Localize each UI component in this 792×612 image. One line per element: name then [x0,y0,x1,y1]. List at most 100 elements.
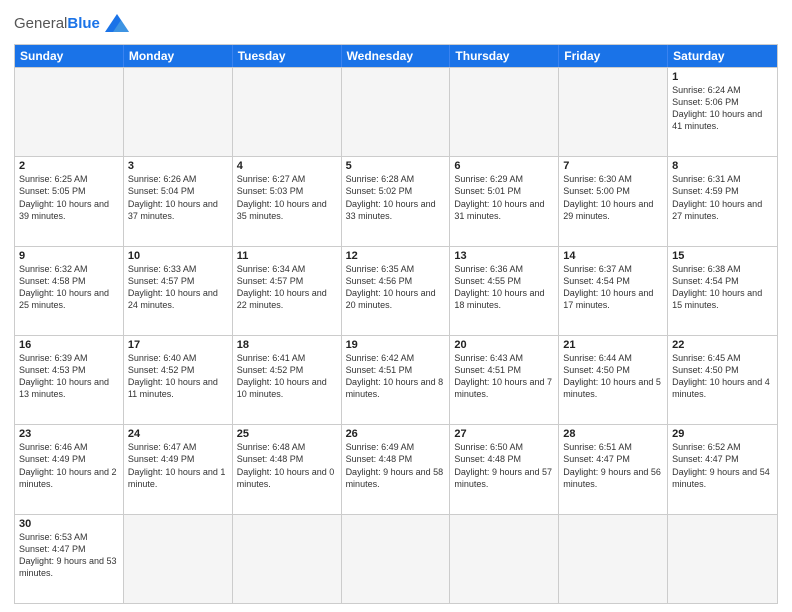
calendar-cell-14: 14Sunrise: 6:37 AM Sunset: 4:54 PM Dayli… [559,247,668,335]
day-info: Sunrise: 6:28 AM Sunset: 5:02 PM Dayligh… [346,173,446,222]
calendar-cell-26: 26Sunrise: 6:49 AM Sunset: 4:48 PM Dayli… [342,425,451,513]
calendar-cell-empty [668,515,777,603]
day-number: 14 [563,250,663,262]
day-number: 12 [346,250,446,262]
calendar-cell-empty [124,515,233,603]
day-number: 1 [672,71,773,83]
day-number: 6 [454,160,554,172]
calendar-cell-11: 11Sunrise: 6:34 AM Sunset: 4:57 PM Dayli… [233,247,342,335]
day-number: 3 [128,160,228,172]
calendar-cell-27: 27Sunrise: 6:50 AM Sunset: 4:48 PM Dayli… [450,425,559,513]
day-number: 4 [237,160,337,172]
day-number: 15 [672,250,773,262]
calendar-row-1: 1Sunrise: 6:24 AM Sunset: 5:06 PM Daylig… [15,67,777,156]
day-number: 25 [237,428,337,440]
day-info: Sunrise: 6:38 AM Sunset: 4:54 PM Dayligh… [672,263,773,312]
calendar-cell-10: 10Sunrise: 6:33 AM Sunset: 4:57 PM Dayli… [124,247,233,335]
calendar-cell-empty [15,68,124,156]
day-info: Sunrise: 6:47 AM Sunset: 4:49 PM Dayligh… [128,441,228,490]
day-number: 5 [346,160,446,172]
calendar-cell-19: 19Sunrise: 6:42 AM Sunset: 4:51 PM Dayli… [342,336,451,424]
day-info: Sunrise: 6:45 AM Sunset: 4:50 PM Dayligh… [672,352,773,401]
calendar-cell-13: 13Sunrise: 6:36 AM Sunset: 4:55 PM Dayli… [450,247,559,335]
calendar-cell-3: 3Sunrise: 6:26 AM Sunset: 5:04 PM Daylig… [124,157,233,245]
day-info: Sunrise: 6:25 AM Sunset: 5:05 PM Dayligh… [19,173,119,222]
calendar-cell-21: 21Sunrise: 6:44 AM Sunset: 4:50 PM Dayli… [559,336,668,424]
day-number: 10 [128,250,228,262]
day-info: Sunrise: 6:36 AM Sunset: 4:55 PM Dayligh… [454,263,554,312]
day-info: Sunrise: 6:40 AM Sunset: 4:52 PM Dayligh… [128,352,228,401]
calendar-cell-2: 2Sunrise: 6:25 AM Sunset: 5:05 PM Daylig… [15,157,124,245]
calendar-cell-24: 24Sunrise: 6:47 AM Sunset: 4:49 PM Dayli… [124,425,233,513]
header: GeneralBlue [14,10,778,38]
day-number: 11 [237,250,337,262]
calendar-cell-4: 4Sunrise: 6:27 AM Sunset: 5:03 PM Daylig… [233,157,342,245]
day-info: Sunrise: 6:31 AM Sunset: 4:59 PM Dayligh… [672,173,773,222]
calendar-cell-5: 5Sunrise: 6:28 AM Sunset: 5:02 PM Daylig… [342,157,451,245]
day-number: 21 [563,339,663,351]
day-number: 17 [128,339,228,351]
calendar-cell-28: 28Sunrise: 6:51 AM Sunset: 4:47 PM Dayli… [559,425,668,513]
day-info: Sunrise: 6:46 AM Sunset: 4:49 PM Dayligh… [19,441,119,490]
day-info: Sunrise: 6:26 AM Sunset: 5:04 PM Dayligh… [128,173,228,222]
day-info: Sunrise: 6:48 AM Sunset: 4:48 PM Dayligh… [237,441,337,490]
header-day-saturday: Saturday [668,45,777,67]
calendar-cell-empty [559,68,668,156]
header-day-monday: Monday [124,45,233,67]
calendar-row-4: 16Sunrise: 6:39 AM Sunset: 4:53 PM Dayli… [15,335,777,424]
day-info: Sunrise: 6:44 AM Sunset: 4:50 PM Dayligh… [563,352,663,401]
calendar-cell-empty [450,515,559,603]
header-day-sunday: Sunday [15,45,124,67]
day-info: Sunrise: 6:49 AM Sunset: 4:48 PM Dayligh… [346,441,446,490]
calendar-cell-29: 29Sunrise: 6:52 AM Sunset: 4:47 PM Dayli… [668,425,777,513]
calendar-cell-30: 30Sunrise: 6:53 AM Sunset: 4:47 PM Dayli… [15,515,124,603]
day-number: 23 [19,428,119,440]
day-info: Sunrise: 6:32 AM Sunset: 4:58 PM Dayligh… [19,263,119,312]
day-info: Sunrise: 6:51 AM Sunset: 4:47 PM Dayligh… [563,441,663,490]
calendar-cell-empty [124,68,233,156]
day-info: Sunrise: 6:41 AM Sunset: 4:52 PM Dayligh… [237,352,337,401]
day-info: Sunrise: 6:43 AM Sunset: 4:51 PM Dayligh… [454,352,554,401]
day-info: Sunrise: 6:24 AM Sunset: 5:06 PM Dayligh… [672,84,773,133]
day-info: Sunrise: 6:30 AM Sunset: 5:00 PM Dayligh… [563,173,663,222]
day-number: 27 [454,428,554,440]
calendar: SundayMondayTuesdayWednesdayThursdayFrid… [14,44,778,604]
day-number: 24 [128,428,228,440]
logo: GeneralBlue [14,10,131,38]
calendar-row-6: 30Sunrise: 6:53 AM Sunset: 4:47 PM Dayli… [15,514,777,603]
calendar-cell-18: 18Sunrise: 6:41 AM Sunset: 4:52 PM Dayli… [233,336,342,424]
day-info: Sunrise: 6:34 AM Sunset: 4:57 PM Dayligh… [237,263,337,312]
day-info: Sunrise: 6:42 AM Sunset: 4:51 PM Dayligh… [346,352,446,401]
calendar-cell-8: 8Sunrise: 6:31 AM Sunset: 4:59 PM Daylig… [668,157,777,245]
calendar-body: 1Sunrise: 6:24 AM Sunset: 5:06 PM Daylig… [15,67,777,603]
calendar-cell-empty [342,515,451,603]
calendar-cell-1: 1Sunrise: 6:24 AM Sunset: 5:06 PM Daylig… [668,68,777,156]
calendar-cell-16: 16Sunrise: 6:39 AM Sunset: 4:53 PM Dayli… [15,336,124,424]
day-number: 8 [672,160,773,172]
calendar-cell-9: 9Sunrise: 6:32 AM Sunset: 4:58 PM Daylig… [15,247,124,335]
day-number: 30 [19,518,119,530]
header-day-tuesday: Tuesday [233,45,342,67]
day-info: Sunrise: 6:37 AM Sunset: 4:54 PM Dayligh… [563,263,663,312]
day-number: 20 [454,339,554,351]
calendar-cell-12: 12Sunrise: 6:35 AM Sunset: 4:56 PM Dayli… [342,247,451,335]
day-info: Sunrise: 6:33 AM Sunset: 4:57 PM Dayligh… [128,263,228,312]
calendar-cell-20: 20Sunrise: 6:43 AM Sunset: 4:51 PM Dayli… [450,336,559,424]
day-number: 28 [563,428,663,440]
day-info: Sunrise: 6:50 AM Sunset: 4:48 PM Dayligh… [454,441,554,490]
day-number: 13 [454,250,554,262]
calendar-cell-17: 17Sunrise: 6:40 AM Sunset: 4:52 PM Dayli… [124,336,233,424]
day-info: Sunrise: 6:52 AM Sunset: 4:47 PM Dayligh… [672,441,773,490]
calendar-cell-empty [342,68,451,156]
day-number: 16 [19,339,119,351]
calendar-cell-empty [233,515,342,603]
calendar-cell-6: 6Sunrise: 6:29 AM Sunset: 5:01 PM Daylig… [450,157,559,245]
day-info: Sunrise: 6:53 AM Sunset: 4:47 PM Dayligh… [19,531,119,580]
day-info: Sunrise: 6:29 AM Sunset: 5:01 PM Dayligh… [454,173,554,222]
calendar-row-3: 9Sunrise: 6:32 AM Sunset: 4:58 PM Daylig… [15,246,777,335]
calendar-row-5: 23Sunrise: 6:46 AM Sunset: 4:49 PM Dayli… [15,424,777,513]
calendar-cell-23: 23Sunrise: 6:46 AM Sunset: 4:49 PM Dayli… [15,425,124,513]
day-number: 26 [346,428,446,440]
calendar-header: SundayMondayTuesdayWednesdayThursdayFrid… [15,45,777,67]
calendar-cell-empty [450,68,559,156]
